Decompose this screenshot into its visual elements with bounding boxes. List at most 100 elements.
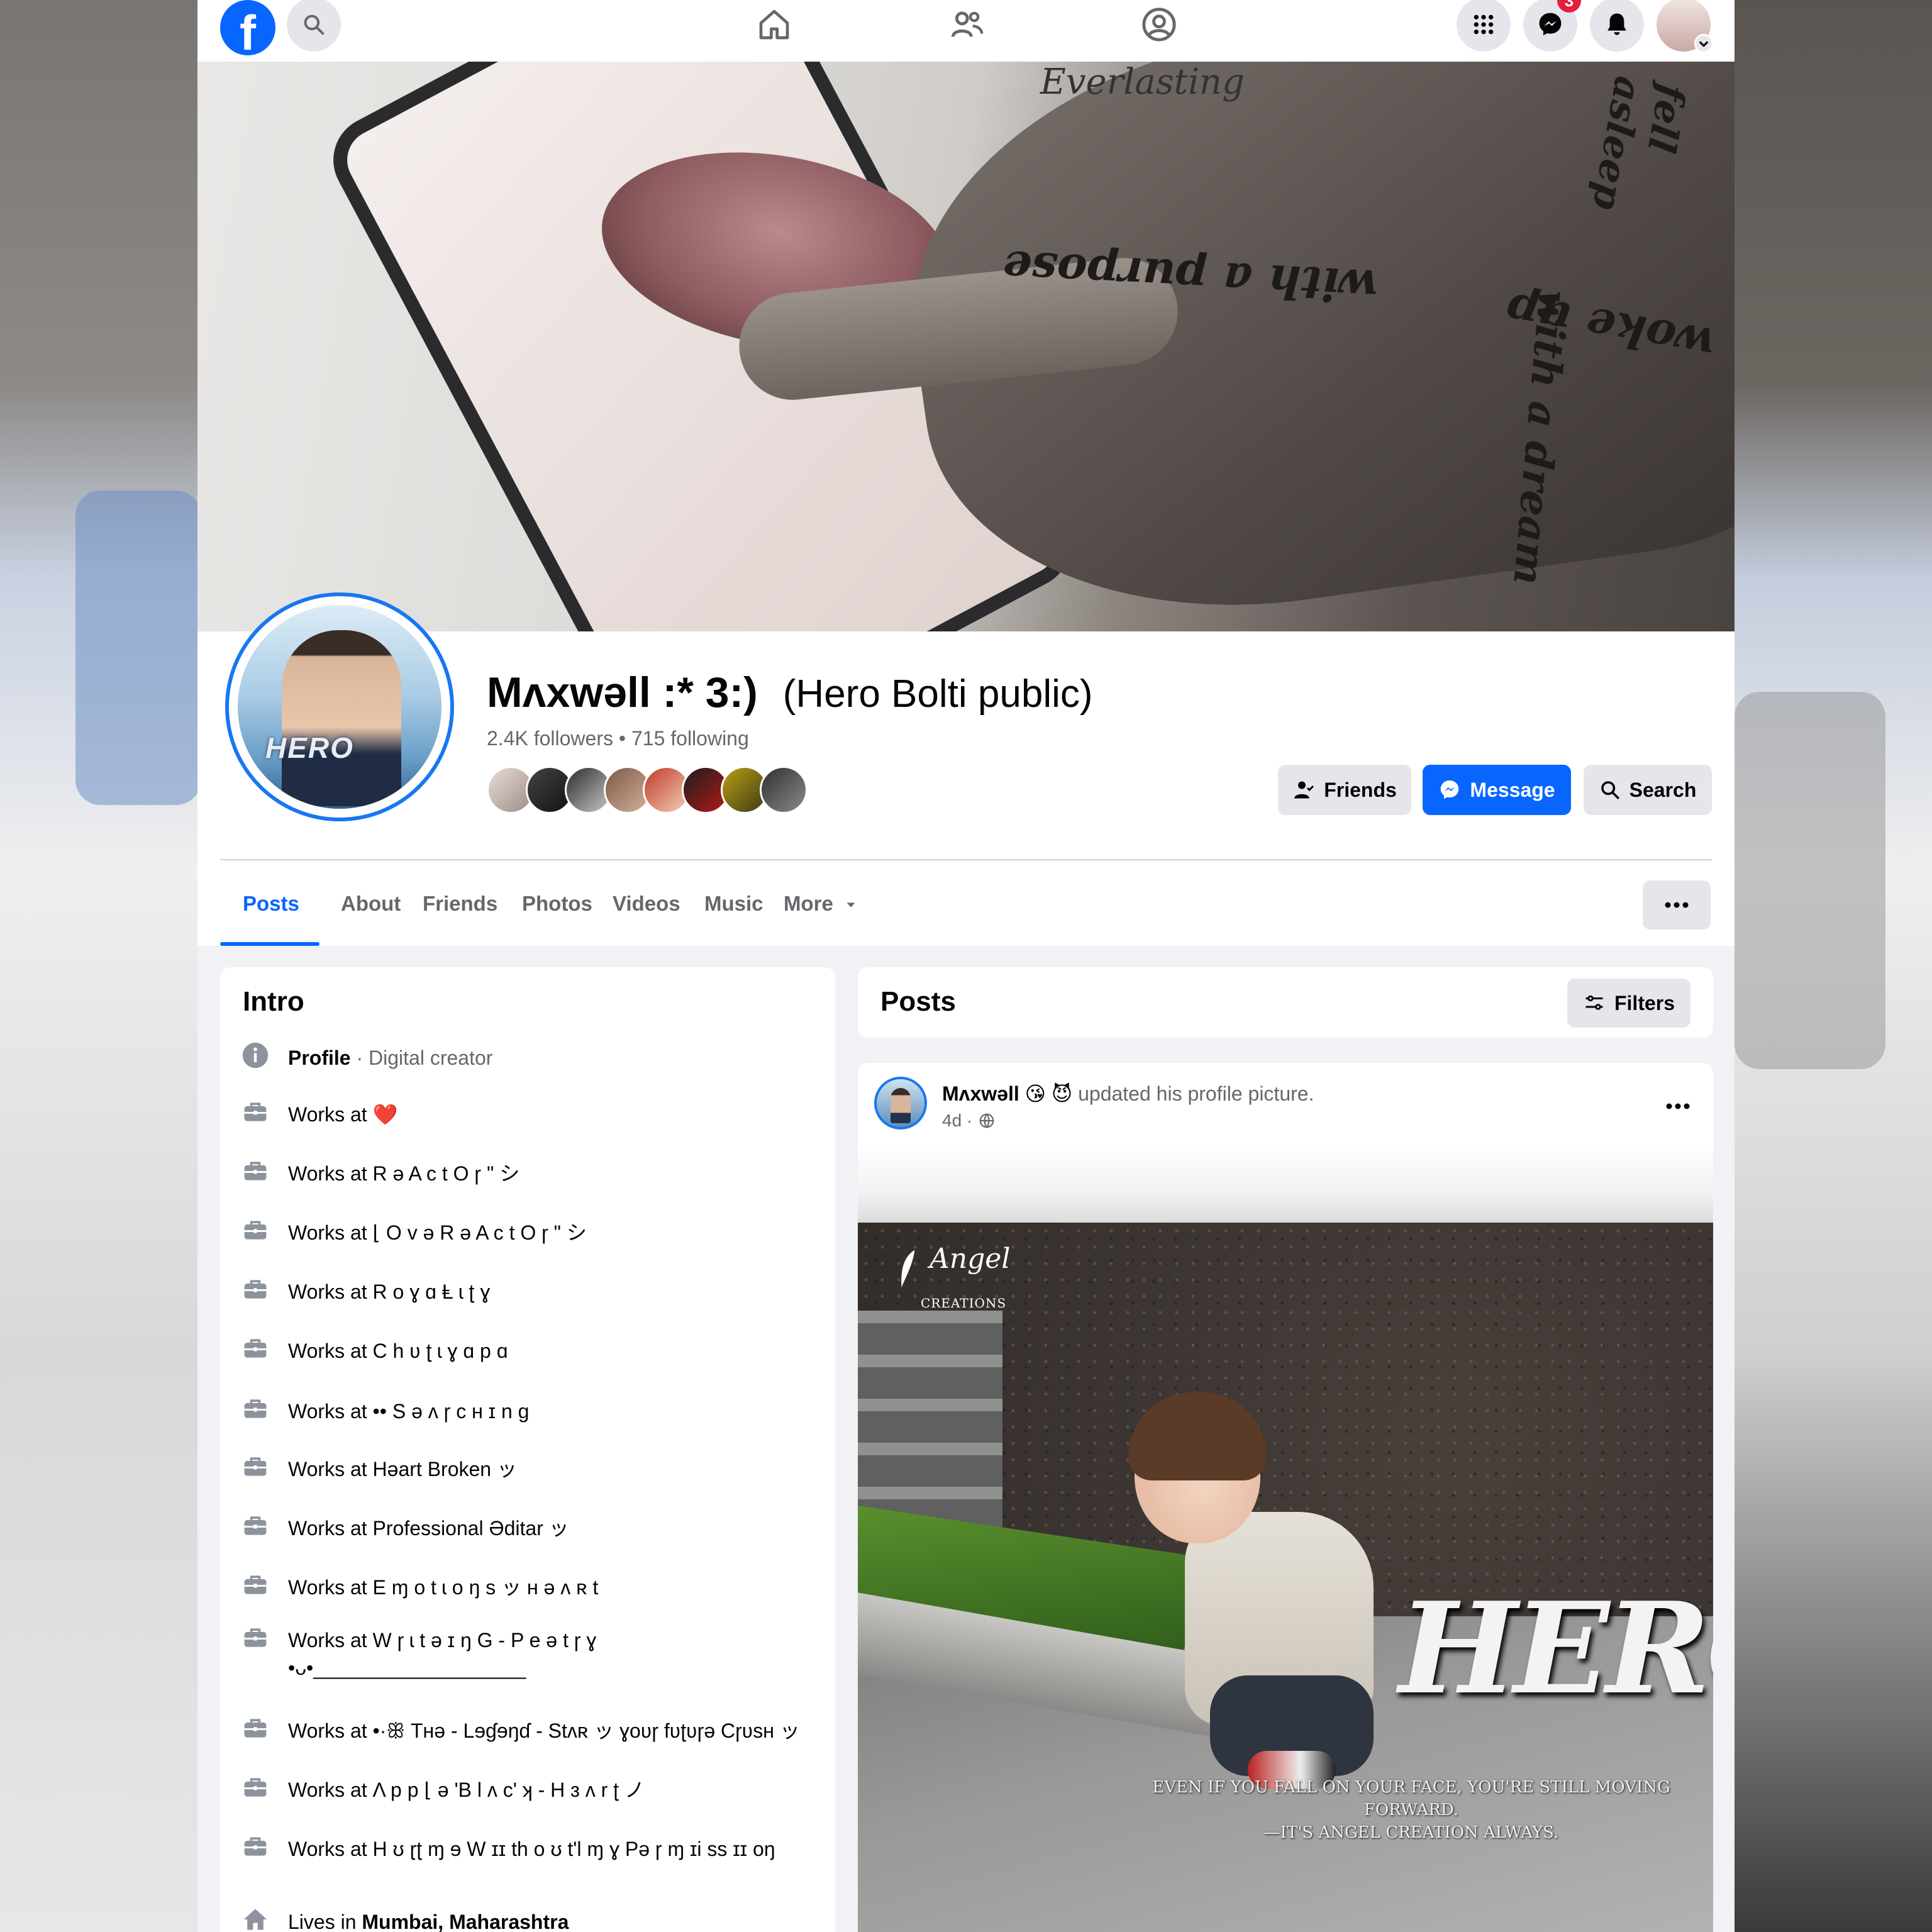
post-author-name[interactable]: Mʌxwəll 😘 😈 bbox=[942, 1082, 1072, 1105]
post-author-line: Mʌxwəll 😘 😈 updated his profile picture. bbox=[942, 1082, 1314, 1106]
ellipsis-icon bbox=[1665, 902, 1689, 908]
intro-work-text: Works at H ʊ ɽʈ ɱ ɘ W ɪɪ th o ʊ t'l ɱ ɣ … bbox=[288, 1838, 775, 1860]
header-divider bbox=[220, 859, 1712, 860]
messenger-icon bbox=[1441, 780, 1459, 799]
home-icon bbox=[759, 9, 789, 40]
account-avatar-button[interactable] bbox=[1657, 0, 1713, 53]
intro-work-text: Works at E ɱ o t ɩ o ŋ s ッ ʜ ә ʌ ʀ t bbox=[288, 1576, 599, 1599]
facebook-logo-icon[interactable]: f bbox=[220, 0, 275, 55]
search-icon bbox=[304, 14, 325, 35]
grid-menu-icon bbox=[1474, 14, 1494, 35]
briefcase-icon bbox=[242, 1157, 269, 1185]
search-button-label: Search bbox=[1629, 778, 1697, 801]
profile-type-value: · Digital creator bbox=[350, 1046, 493, 1069]
ellipsis-icon bbox=[1666, 1103, 1690, 1109]
post-meta: 4d · bbox=[942, 1111, 995, 1131]
intro-lives-item: Lives in Mumbai, Maharashtra bbox=[242, 1908, 816, 1932]
globe-icon bbox=[979, 1113, 994, 1128]
friends-button-label: Friends bbox=[1324, 778, 1397, 801]
avatar-image: HERO bbox=[238, 605, 441, 809]
post-photo-top-band bbox=[858, 1145, 1713, 1226]
caret-down-icon bbox=[847, 902, 855, 908]
search-icon bbox=[1601, 781, 1619, 799]
friends-nav[interactable] bbox=[945, 3, 989, 47]
avatar-hero-text: HERO bbox=[265, 731, 354, 764]
intro-work-text: Works at Professional Əditar ッ bbox=[288, 1517, 569, 1540]
messenger-button[interactable]: 3 bbox=[1523, 0, 1581, 52]
post-card: Mʌxwəll 😘 😈 updated his profile picture.… bbox=[858, 1063, 1713, 1932]
notifications-button[interactable] bbox=[1590, 0, 1644, 52]
message-button[interactable]: Message bbox=[1423, 765, 1571, 815]
profile-circle-icon bbox=[1142, 8, 1176, 42]
groups-nav[interactable] bbox=[1137, 3, 1181, 47]
messenger-icon bbox=[1539, 13, 1562, 36]
intro-work-item: Works at R ə A c t O ɼ " シ bbox=[242, 1160, 816, 1187]
feather-icon bbox=[901, 1250, 915, 1287]
followers-count[interactable]: 2.4K followers bbox=[487, 727, 613, 750]
briefcase-icon bbox=[242, 1833, 269, 1860]
signature-text: Everlasting bbox=[1040, 62, 1245, 103]
intro-work-item: Works at •·ꕥ Tʜə - Lɘɠɘŋɗ - Stʌʀ ッ ɣoʋɼ … bbox=[242, 1717, 816, 1745]
posts-header-card: Posts Filters bbox=[858, 967, 1713, 1038]
filters-icon bbox=[1585, 995, 1603, 1010]
intro-card: Intro Profile · Digital creator Works at… bbox=[220, 967, 835, 1932]
blur-shape bbox=[75, 491, 201, 805]
profile-search-button[interactable]: Search bbox=[1584, 765, 1712, 815]
intro-work-item: Works at R o ɣ ɑ Ⱡ ɩ ʈ ɣ bbox=[242, 1278, 816, 1306]
tab-friends[interactable]: Friends bbox=[423, 892, 497, 916]
tab-photos[interactable]: Photos bbox=[522, 892, 592, 916]
post-time[interactable]: 4d · bbox=[942, 1111, 972, 1131]
lives-place[interactable]: Mumbai, Maharashtra bbox=[362, 1911, 569, 1932]
friend-avatar[interactable] bbox=[760, 766, 808, 814]
tab-more-label: More bbox=[784, 892, 833, 915]
tab-videos[interactable]: Videos bbox=[613, 892, 680, 916]
filters-button[interactable]: Filters bbox=[1567, 979, 1690, 1028]
lives-prefix: Lives in bbox=[288, 1911, 362, 1932]
avatar-figure bbox=[891, 1088, 911, 1123]
search-button[interactable] bbox=[287, 0, 341, 52]
post-photo[interactable]: Angel CREATIONS HERO EVEN IF YOU FALL ON… bbox=[858, 1223, 1713, 1932]
more-options-button[interactable] bbox=[1643, 880, 1711, 930]
menu-button[interactable] bbox=[1457, 0, 1511, 52]
profile-tabs: Posts About Friends Photos Videos Music … bbox=[220, 870, 1711, 946]
tab-music[interactable]: Music bbox=[704, 892, 763, 916]
cover-photo[interactable]: with a purpose woke up with a dream fell… bbox=[197, 62, 1735, 631]
intro-work-item: Works at H ʊ ɽʈ ɱ ɘ W ɪɪ th o ʊ t'l ɱ ɣ … bbox=[242, 1835, 816, 1863]
briefcase-icon bbox=[242, 1395, 269, 1423]
profile-avatar[interactable]: HERO bbox=[225, 592, 454, 821]
tab-about[interactable]: About bbox=[341, 892, 401, 916]
intro-work-text: Works at •• S ə ʌ ɼ ᴄ ʜ ɪ n g bbox=[288, 1400, 530, 1423]
intro-work-text: Works at Λ p p ⌊ ə 'B l ʌ c' ʞ - H ɜ ʌ r… bbox=[288, 1779, 645, 1801]
post-options-button[interactable] bbox=[1665, 1088, 1690, 1116]
friends-button[interactable]: Friends bbox=[1278, 765, 1411, 815]
briefcase-icon bbox=[242, 1216, 269, 1244]
following-count[interactable]: 715 following bbox=[631, 727, 749, 750]
briefcase-icon bbox=[242, 1714, 269, 1742]
intro-work-item: Works at C h ʋ ʈ ɩ ɣ ɑ p ɑ bbox=[242, 1337, 816, 1365]
briefcase-icon bbox=[242, 1512, 269, 1540]
intro-work-item: Works at Həart Broken ッ bbox=[242, 1455, 816, 1483]
intro-profile-item: Profile · Digital creator bbox=[242, 1042, 816, 1072]
profile-alternate-name: (Hero Bolti public) bbox=[782, 672, 1093, 716]
intro-work-text: Works at R o ɣ ɑ Ⱡ ɩ ʈ ɣ bbox=[288, 1280, 491, 1303]
tab-more[interactable]: More bbox=[784, 892, 858, 916]
blur-shape bbox=[1735, 692, 1885, 1069]
friends-icon bbox=[951, 11, 984, 38]
home-nav[interactable] bbox=[752, 3, 796, 47]
tab-posts[interactable]: Posts bbox=[243, 892, 299, 916]
profile-header: HERO Mʌxwəll :* 3:) (Hero Bolti public) 2… bbox=[197, 592, 1735, 946]
home-icon bbox=[242, 1906, 269, 1932]
intro-work-text: Works at ❤️ bbox=[288, 1103, 398, 1126]
filters-label: Filters bbox=[1614, 991, 1675, 1014]
profile-type-label: Profile bbox=[288, 1046, 351, 1069]
blurred-backdrop-right bbox=[1735, 0, 1932, 1932]
intro-work-item: Works at E ɱ o t ɩ o ŋ s ッ ʜ ә ʌ ʀ t bbox=[242, 1574, 816, 1601]
logo-letter: f bbox=[240, 5, 256, 55]
intro-work-item: Works at ❤️ bbox=[242, 1101, 816, 1128]
post-author-avatar[interactable] bbox=[874, 1077, 927, 1130]
briefcase-icon bbox=[242, 1335, 269, 1362]
top-navigation-bar: f 3 bbox=[197, 0, 1735, 62]
intro-profile-text: Profile · Digital creator bbox=[288, 1044, 816, 1072]
hero-title-text: HERO bbox=[1399, 1575, 1713, 1723]
mutual-friends-avatars[interactable] bbox=[487, 766, 814, 814]
